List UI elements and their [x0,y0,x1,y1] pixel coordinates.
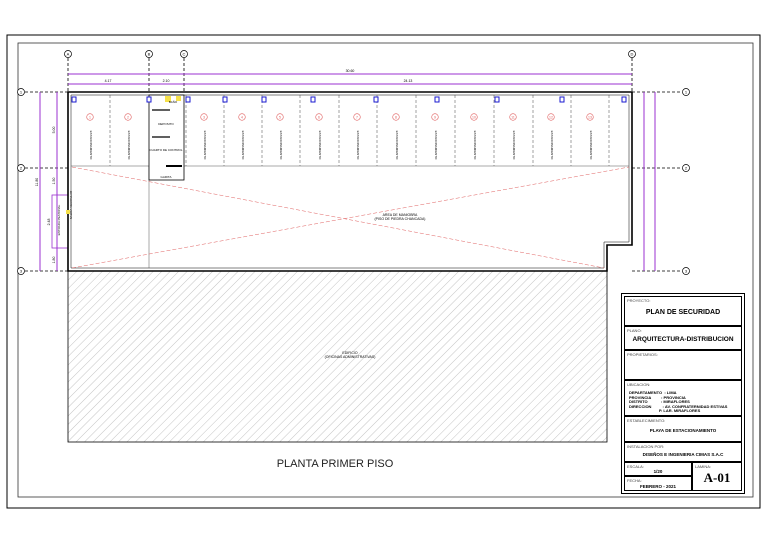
parking-number: 12 [549,115,553,119]
bathroom-label: BAÑO [169,99,178,104]
plan-label: PLANO: [627,328,642,333]
parking-space-label: ESTACIONAMIENTO [589,131,593,160]
scale-value: 1/20 [653,469,663,474]
dim-left-bottom: 1.80 [52,257,56,264]
parking-number: 13 [588,115,592,119]
exit-label: SALIDA VEHICULAR [69,190,73,219]
plan-cell: PLANO: ARQUITECTURA-DISTRIBUCION [624,326,742,350]
establishment-label: ESTABLECIMIENTO: [627,418,666,423]
date-label: FECHA: [627,478,642,483]
camera-marker-icon [621,96,627,103]
camera-marker-icon [185,96,191,103]
parking-space-label: ESTACIONAMIENTO [512,131,516,160]
parking-space-label: ESTACIONAMIENTO [279,131,283,160]
dim-left-total: 11.80 [35,178,39,187]
camera-marker-icon [261,96,267,103]
plan-name: ARQUITECTURA-DISTRIBUCION [632,336,734,343]
owner-cell: PROPIETARIOS: [624,350,742,380]
parking-space-label: ESTACIONAMIENTO [356,131,360,160]
camera-marker-icon [310,96,316,103]
parking-space-label: ESTACIONAMIENTO [395,131,399,160]
maneuver-diagonal [71,166,605,269]
project-cell: PROYECTO: PLAN DE SECURIDAD [624,296,742,326]
project-name: PLAN DE SECURIDAD [645,309,721,316]
installer-label: INSTALACION POR: [627,444,665,449]
parking-number: 1 [89,115,91,119]
date-cell: FECHA: FEBRERO - 2021 [624,476,692,491]
parking-number: 5 [279,115,281,119]
dim-left-1-2: 5.00 [52,127,56,134]
dim-total: 30.60 [346,69,355,73]
control-room-label: CUARTO DE CONTROL [149,148,182,152]
location-details: DEPARTAMENTO : LIMA PROVINCIA : PROVINCI… [629,390,728,413]
parking-space-label: ESTACIONAMIENTO [550,131,554,160]
parking-space-label: ESTACIONAMIENTO [127,131,131,160]
camera-marker-icon [146,96,152,103]
establishment-name: PLAYA DE ESTACIONAMIENTO [649,428,717,433]
camera-marker-icon [559,96,565,103]
deposito-label: DEPOSITO [158,122,174,126]
grid-label-C: C [183,52,186,57]
parking-space-label: ESTACIONAMIENTO [434,131,438,160]
owner-label: PROPIETARIOS: [627,352,658,357]
dim-a-b: 4.17 [105,79,112,83]
maneuver-diagonal [71,166,630,269]
parking-number: 4 [241,115,243,119]
installer-name: DISEÑOS E INGENIERIA CIMAS S.A.C [642,452,724,457]
grid-label-A: A [67,52,70,57]
camera-marker-icon [222,96,228,103]
project-label: PROYECTO: [627,298,651,303]
grid-label-B: B [148,52,151,57]
scale-cell: ESCALA: 1/20 [624,462,692,476]
establishment-cell: ESTABLECIMIENTO: PLAYA DE ESTACIONAMIENT… [624,416,742,442]
parking-number: 3 [203,115,205,119]
office-label-2: (OFICINAS ADMINISTRATIVAS) [325,355,376,359]
entrance-label: ENTRADA PEATONAL [57,204,61,235]
location-cell: UBICACION: DEPARTAMENTO : LIMA PROVINCIA… [624,380,742,416]
parking-number: 8 [395,115,397,119]
parking-number: 2 [127,115,129,119]
parking-space-label: ESTACIONAMIENTO [473,131,477,160]
camera-marker-icon [434,96,440,103]
parking-number: 11 [511,115,515,119]
sheet-label: LAMINA: [695,464,712,469]
parking-number: 7 [356,115,358,119]
location-label: UBICACION: [627,382,651,387]
parking-space-label: ESTACIONAMIENTO [89,131,93,160]
dim-left-2-3: 1.50 [52,178,56,185]
garita-label: GARITA [161,175,172,179]
dim-c-d: 24.13 [404,79,413,83]
dim-left-mid: 2.48 [47,219,51,226]
dim-b-c: 2.10 [163,79,170,83]
parking-number: 10 [472,115,476,119]
maniobra-label-2: (PISO DE PIEDRA CHANCADA) [375,217,426,221]
date-value: FEBRERO - 2021 [639,484,676,489]
installer-cell: INSTALACION POR: DISEÑOS E INGENIERIA CI… [624,442,742,462]
parking-number: 6 [318,115,320,119]
camera-marker-icon [494,96,500,103]
sheet-number: A-01 [703,470,731,485]
grid-label-D: D [631,52,634,57]
camera-marker-icon [71,96,77,103]
drawing-title: PLANTA PRIMER PISO [276,458,394,470]
title-block: PROYECTO: PLAN DE SECURIDAD PLANO: ARQUI… [621,293,745,494]
parking-space-label: ESTACIONAMIENTO [241,131,245,160]
parking-number: 9 [434,115,436,119]
parking-space-label: ESTACIONAMIENTO [203,131,207,160]
sheet-cell: LAMINA: A-01 [692,462,742,491]
parking-space-label: ESTACIONAMIENTO [318,131,322,160]
camera-marker-icon [373,96,379,103]
